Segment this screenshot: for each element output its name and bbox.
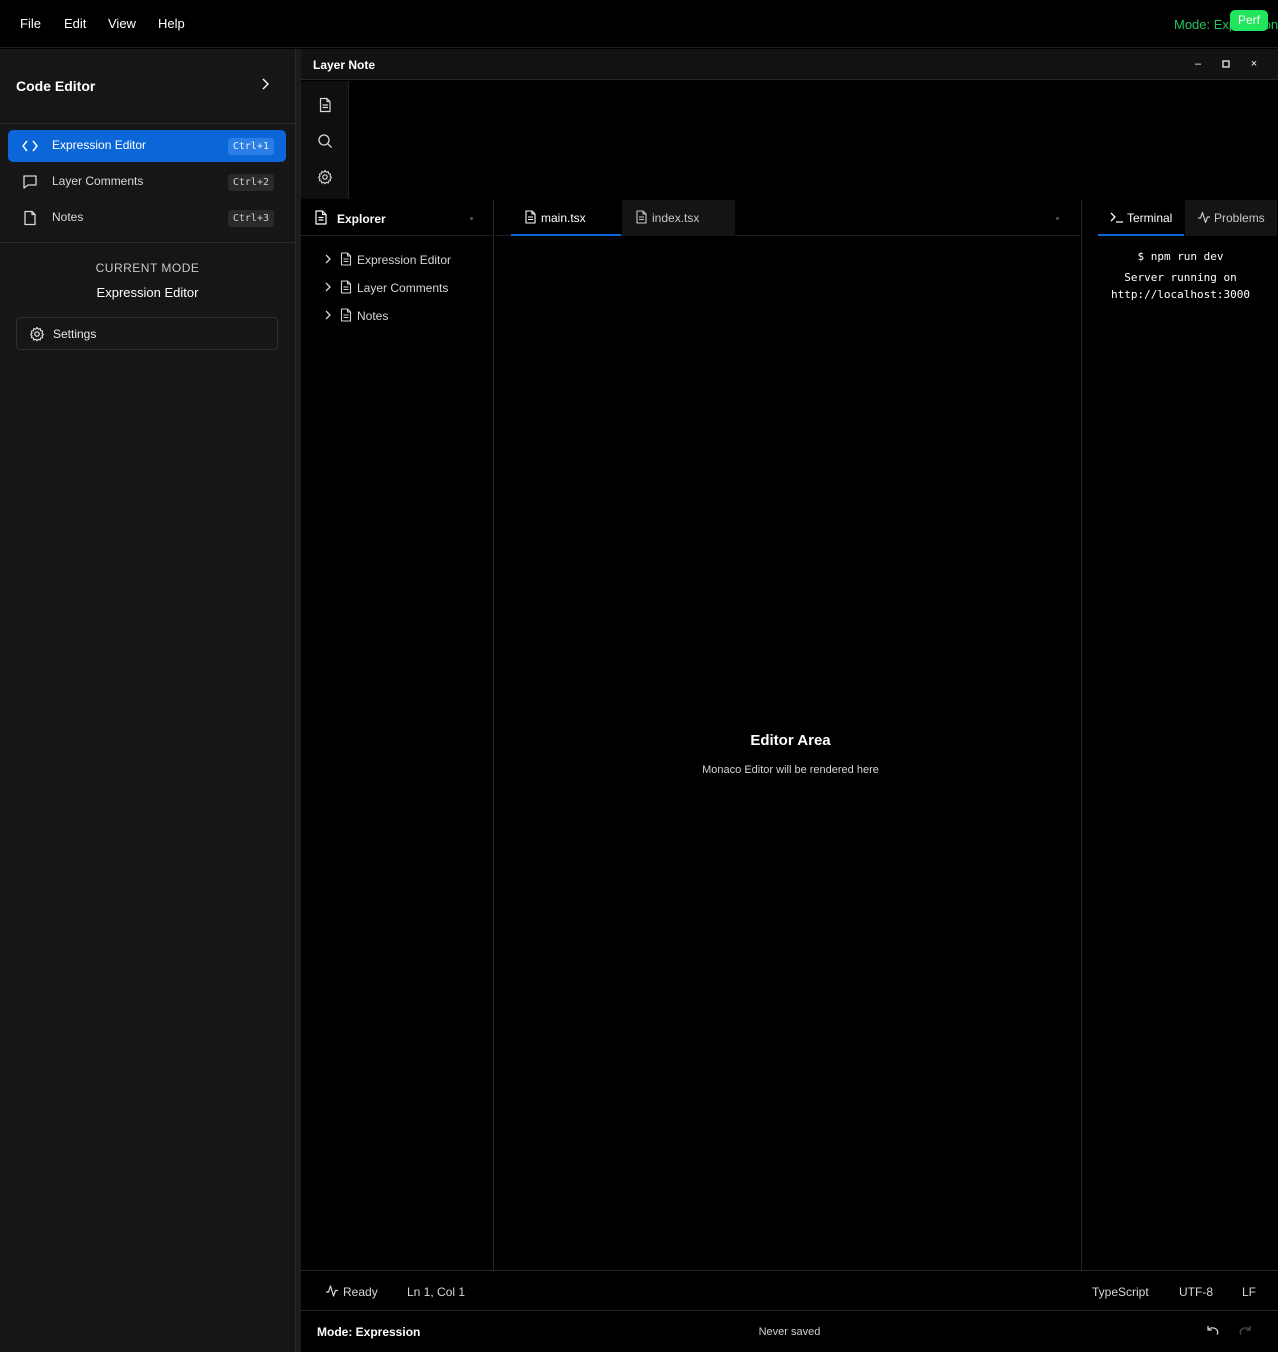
file-icon bbox=[315, 210, 327, 225]
explorer-header: Explorer bbox=[301, 200, 494, 236]
window-titlebar[interactable]: Layer Note – × bbox=[301, 49, 1278, 80]
activity-bar bbox=[301, 81, 349, 199]
current-mode-label: CURRENT MODE bbox=[95, 261, 200, 275]
tree-item[interactable]: Layer Comments bbox=[301, 276, 494, 300]
sidebar-item-label: Expression Editor bbox=[52, 138, 147, 152]
tree-item[interactable]: Notes bbox=[301, 304, 494, 328]
tab-label: Terminal bbox=[1127, 211, 1173, 225]
cursor-position[interactable]: Ln 1, Col 1 bbox=[407, 1285, 465, 1299]
panel-tab-bar: Terminal Problems bbox=[1086, 200, 1278, 236]
file-icon[interactable] bbox=[317, 97, 333, 113]
language-mode[interactable]: TypeScript bbox=[1092, 1285, 1149, 1299]
sidebar-title: Code Editor bbox=[16, 78, 96, 94]
file-icon bbox=[636, 210, 647, 224]
window-title: Layer Note bbox=[313, 58, 376, 72]
encoding[interactable]: UTF-8 bbox=[1179, 1285, 1213, 1299]
perf-badge[interactable]: Perf bbox=[1230, 10, 1268, 31]
sidebar-item-expression-editor[interactable]: Expression Editor Ctrl+1 bbox=[8, 130, 286, 162]
undo-icon[interactable] bbox=[1204, 1323, 1220, 1339]
sidebar-item-label: Notes bbox=[52, 210, 84, 224]
gear-icon bbox=[29, 326, 45, 342]
terminal-panel: Terminal Problems $ npm run dev Server r… bbox=[1081, 200, 1278, 1270]
chevron-right-icon bbox=[325, 310, 331, 320]
file-icon bbox=[340, 280, 352, 294]
menu-edit[interactable]: Edit bbox=[64, 16, 86, 31]
shortcut-badge: Ctrl+1 bbox=[227, 138, 274, 155]
settings-label: Settings bbox=[53, 327, 97, 341]
sidebar: Code Editor Expression Editor Ctrl+1 Lay… bbox=[0, 49, 295, 1352]
save-status: Never saved bbox=[758, 1326, 821, 1338]
sidebar-header: Code Editor bbox=[0, 49, 295, 124]
footer-bar: Mode: Expression Never saved bbox=[301, 1311, 1278, 1352]
gear-icon[interactable] bbox=[317, 169, 333, 185]
divider bbox=[0, 242, 295, 243]
code-icon bbox=[22, 140, 38, 152]
editor-placeholder-subtitle: Monaco Editor will be rendered here bbox=[702, 764, 879, 776]
editor-pane: main.tsx index.tsx Editor Area Monaco Ed… bbox=[495, 200, 1080, 1270]
terminal-line: Server running on bbox=[1124, 271, 1237, 284]
tab-label: Problems bbox=[1214, 211, 1265, 225]
status-bar: Ready Ln 1, Col 1 TypeScript UTF-8 LF bbox=[301, 1270, 1278, 1311]
tree-item[interactable]: Expression Editor bbox=[301, 248, 494, 272]
sidebar-item-layer-comments[interactable]: Layer Comments Ctrl+2 bbox=[8, 166, 286, 198]
tree-item-label: Layer Comments bbox=[357, 281, 449, 295]
chevron-right-icon bbox=[325, 254, 331, 264]
shortcut-badge: Ctrl+3 bbox=[227, 210, 274, 227]
menu-bar: File Edit View Help Mode: Expression Per… bbox=[0, 0, 1278, 48]
comment-icon bbox=[23, 175, 37, 189]
layer-note-window: Layer Note – × Explorer Expression Edito… bbox=[301, 49, 1278, 1352]
terminal-line: http://localhost:3000 bbox=[1110, 288, 1251, 301]
sidebar-item-notes[interactable]: Notes Ctrl+3 bbox=[8, 202, 286, 234]
close-button[interactable]: × bbox=[1247, 57, 1261, 71]
sidebar-item-label: Layer Comments bbox=[52, 174, 144, 188]
tree-item-label: Notes bbox=[357, 309, 389, 323]
activity-icon bbox=[1198, 211, 1210, 224]
status-text: Ready bbox=[343, 1285, 378, 1299]
chevron-right-icon[interactable] bbox=[258, 77, 272, 91]
chevron-right-icon bbox=[325, 282, 331, 292]
tab-problems[interactable]: Problems bbox=[1185, 200, 1277, 236]
tab-label: index.tsx bbox=[652, 211, 700, 225]
tab-label: main.tsx bbox=[541, 211, 586, 225]
menu-file[interactable]: File bbox=[20, 16, 41, 31]
file-icon bbox=[525, 210, 536, 224]
terminal-icon bbox=[1110, 212, 1123, 223]
terminal-line: $ npm run dev bbox=[1137, 250, 1224, 263]
menu-help[interactable]: Help bbox=[158, 16, 185, 31]
activity-icon bbox=[326, 1285, 338, 1297]
explorer-more-icon[interactable] bbox=[470, 217, 473, 220]
menu-view[interactable]: View bbox=[108, 16, 136, 31]
minimize-button[interactable]: – bbox=[1191, 57, 1205, 71]
editor-placeholder-title: Editor Area bbox=[750, 732, 831, 749]
editor-tab-bar: main.tsx index.tsx bbox=[495, 200, 1080, 236]
maximize-button[interactable] bbox=[1219, 57, 1233, 71]
current-mode-value: Expression Editor bbox=[96, 285, 199, 300]
file-icon bbox=[340, 252, 352, 266]
file-icon bbox=[340, 308, 352, 322]
tree-item-label: Expression Editor bbox=[357, 253, 452, 267]
search-icon[interactable] bbox=[317, 133, 333, 149]
tab-terminal[interactable]: Terminal bbox=[1098, 200, 1184, 236]
line-ending[interactable]: LF bbox=[1242, 1285, 1256, 1299]
explorer-title: Explorer bbox=[337, 212, 386, 226]
tab-index-tsx[interactable]: index.tsx bbox=[622, 200, 735, 236]
settings-button[interactable]: Settings bbox=[16, 317, 278, 350]
note-icon bbox=[24, 210, 36, 226]
tab-more-icon[interactable] bbox=[1056, 217, 1059, 220]
shortcut-badge: Ctrl+2 bbox=[227, 174, 274, 191]
maximize-icon bbox=[1222, 60, 1230, 68]
explorer-panel: Explorer Expression Editor Layer Comment… bbox=[301, 200, 494, 1270]
tab-main-tsx[interactable]: main.tsx bbox=[511, 200, 621, 236]
app-root: File Edit View Help Mode: Expression Per… bbox=[0, 0, 1278, 1352]
redo-icon[interactable] bbox=[1238, 1323, 1254, 1339]
